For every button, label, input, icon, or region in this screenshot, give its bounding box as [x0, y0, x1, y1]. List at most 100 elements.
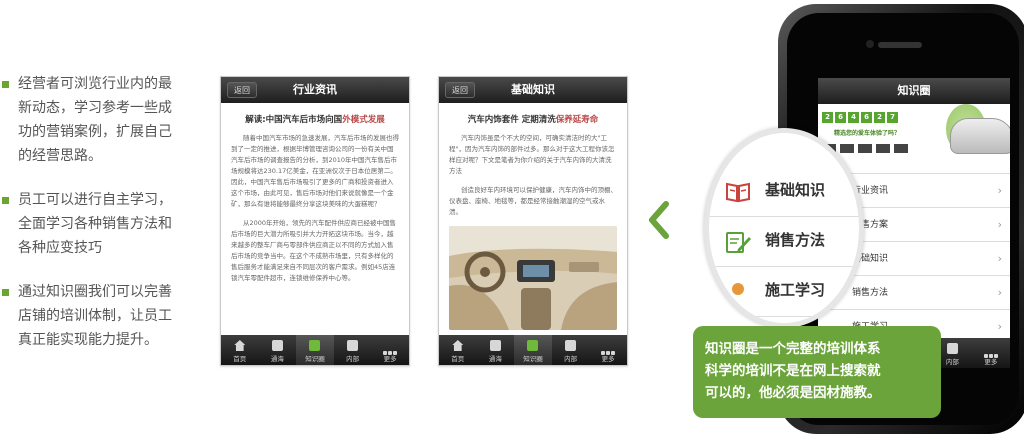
banner-thumbnail: [894, 144, 908, 153]
tab-internal[interactable]: 内部: [334, 335, 372, 365]
home-icon: [452, 340, 464, 351]
feature-line: 通过知识圈我们可以完善: [18, 284, 172, 300]
banner-thumbnail: [876, 144, 890, 153]
feature-line: 功的营销案例，扩展自己: [18, 124, 172, 140]
feature-item-2: 员工可以进行自主学习， 全面学习各种销售方法和 各种应变技巧: [0, 188, 200, 260]
car-interior-image: [449, 226, 617, 330]
bullet-square-icon: [2, 81, 9, 88]
feature-line: 各种应变技巧: [18, 240, 102, 256]
back-button[interactable]: 返回: [227, 82, 257, 98]
promo-banner[interactable]: 2 6 4 6 2 7 精选您的爱车体验了吗？: [818, 104, 1010, 174]
chevron-right-icon: ›: [997, 252, 1002, 265]
tab-label: 内部: [564, 355, 578, 363]
feature-line: 的经营思路。: [18, 148, 102, 164]
tab-internal[interactable]: 内部: [552, 335, 590, 365]
tab-bar: 首页 通海 知识圈 内部 更多: [221, 335, 409, 365]
banner-slogan: 精选您的爱车体验了吗？: [834, 130, 901, 137]
banner-digit-box: 2: [822, 112, 833, 123]
article-paragraph: 随着中国汽车市场的急速发展，汽车后市场的发展也得到了一定的推进，根据毕博管理咨询…: [231, 134, 399, 208]
banner-thumbnail: [858, 144, 872, 153]
lens-item-construction[interactable]: 施工学习: [709, 267, 859, 317]
feature-list: 经营者可浏览行业内的最 新动态，学习参考一些成 功的营销案例，扩展自己 的经营思…: [0, 72, 200, 372]
car-graphic: [950, 118, 1010, 154]
banner-digit-box: 4: [848, 112, 859, 123]
feature-line: 员工可以进行自主学习，: [18, 192, 172, 208]
feature-line: 经营者可浏览行业内的最: [18, 76, 172, 92]
industry-news-screen: 返回 行业资讯 解读:中国汽车后市场向国外模式发展 随着中国汽车市场的急速发展，…: [220, 76, 410, 366]
camera-icon: [866, 40, 874, 48]
feature-line: 新动态，学习参考一些成: [18, 100, 172, 116]
feature-line: 店铺的培训体制，让员工: [18, 308, 172, 324]
folder-icon: [347, 340, 359, 351]
nav-bar: 返回 基础知识: [439, 77, 627, 103]
tab-more[interactable]: 更多: [371, 335, 409, 365]
knowledge-book-icon: [309, 340, 321, 351]
more-dots-icon: [382, 340, 398, 355]
knowledge-book-icon: [527, 340, 539, 351]
lens-item-label: 施工学习: [765, 281, 826, 299]
tab-label: 内部: [346, 355, 360, 363]
tab-label: 通海: [270, 355, 284, 363]
banner-digit-box: 7: [887, 112, 898, 123]
knowledge-circle-callout: 知识圈是一个完整的培训体系 科学的培训不是在网上搜索就 可以的，他必须是因材施教…: [693, 326, 941, 418]
feature-item-1: 经营者可浏览行业内的最 新动态，学习参考一些成 功的营销案例，扩展自己 的经营思…: [0, 72, 200, 168]
tab-tonghai[interactable]: 通海: [259, 335, 297, 365]
banner-thumbnail: [840, 144, 854, 153]
folder-icon: [946, 343, 958, 354]
article-paragraph: 创造良好车内环境可以保护健康，汽车内饰中的顶棚、仪表盘、座椅、地毯等，都是经常接…: [449, 186, 617, 216]
tab-home[interactable]: 首页: [221, 335, 259, 365]
chevron-right-icon: ›: [997, 286, 1002, 299]
callout-line: 可以的，他必须是因材施教。: [705, 385, 881, 401]
basic-knowledge-screen: 返回 基础知识 汽车内饰套件 定期清洗保养延寿命 汽车内饰虽是个不大的空间，可确…: [438, 76, 628, 366]
feature-line: 真正能实现能力提升。: [18, 332, 158, 348]
article-paragraph: 从2000年开始，领先的汽车配件供应商已经被中国售后市场的巨大潜力所吸引并大力开…: [231, 219, 397, 282]
callout-line: 科学的培训不是在网上搜索就: [705, 363, 881, 379]
tab-label: 知识圈: [305, 355, 325, 363]
folder-icon: [565, 340, 577, 351]
lens-item-sales-method[interactable]: 销售方法: [709, 217, 859, 267]
lens-item-label: 销售方法: [765, 231, 826, 249]
article-title: 汽车内饰套件 定期清洗保养延寿命: [445, 113, 621, 125]
banner-digit-box: 6: [835, 112, 846, 123]
speaker-grille: [878, 42, 922, 48]
callout-line: 知识圈是一个完整的培训体系: [705, 341, 881, 357]
tab-bar: 首页 通海 知识圈 内部 更多: [439, 335, 627, 365]
article-title-highlight: 保养延寿命: [555, 115, 599, 125]
feature-line: 全面学习各种销售方法和: [18, 216, 172, 232]
bullet-square-icon: [2, 197, 9, 204]
tab-home[interactable]: 首页: [439, 335, 477, 365]
more-dots-icon: [600, 340, 616, 355]
more-dots-icon: [983, 343, 999, 358]
magnifier-lens: 基础知识 销售方法 施工学习: [704, 128, 864, 328]
lens-item-label: 基础知识: [765, 181, 826, 199]
chevron-right-icon: ›: [997, 184, 1002, 197]
article-title-highlight: 外模式发展: [342, 115, 385, 125]
back-button[interactable]: 返回: [445, 82, 475, 98]
edit-document-icon: [726, 232, 751, 253]
banner-digit-box: 6: [861, 112, 872, 123]
screen-title: 知识圈: [818, 78, 1010, 104]
tab-label: 首页: [233, 355, 247, 363]
tab-more[interactable]: 更多: [589, 335, 627, 365]
article-title: 解读:中国汽车后市场向国外模式发展: [227, 113, 403, 125]
chevron-left-icon: [649, 201, 669, 239]
bullet-square-icon: [2, 289, 9, 296]
article-paragraph: 汽车内饰虽是个不大的空间，可确实清洁时的大"工程"，因为汽车内饰的部件过多。那么…: [449, 134, 615, 175]
nav-bar: 返回 行业资讯: [221, 77, 409, 103]
worker-icon: [732, 283, 744, 295]
tab-knowledge[interactable]: 知识圈: [514, 335, 552, 365]
tab-tonghai[interactable]: 通海: [477, 335, 515, 365]
lens-item-basic-knowledge[interactable]: 基础知识: [709, 167, 859, 217]
tab-label: 首页: [451, 355, 465, 363]
open-book-icon: [726, 182, 750, 203]
book-icon: [271, 340, 283, 351]
tab-label: 更多: [383, 355, 397, 363]
tab-label: 更多: [984, 358, 998, 366]
home-icon: [234, 340, 246, 351]
book-icon: [489, 340, 501, 351]
tab-label: 知识圈: [523, 355, 543, 363]
tab-more[interactable]: 更多: [972, 338, 1010, 368]
tab-knowledge[interactable]: 知识圈: [296, 335, 334, 365]
banner-digit-box: 2: [874, 112, 885, 123]
chevron-right-icon: ›: [997, 218, 1002, 231]
